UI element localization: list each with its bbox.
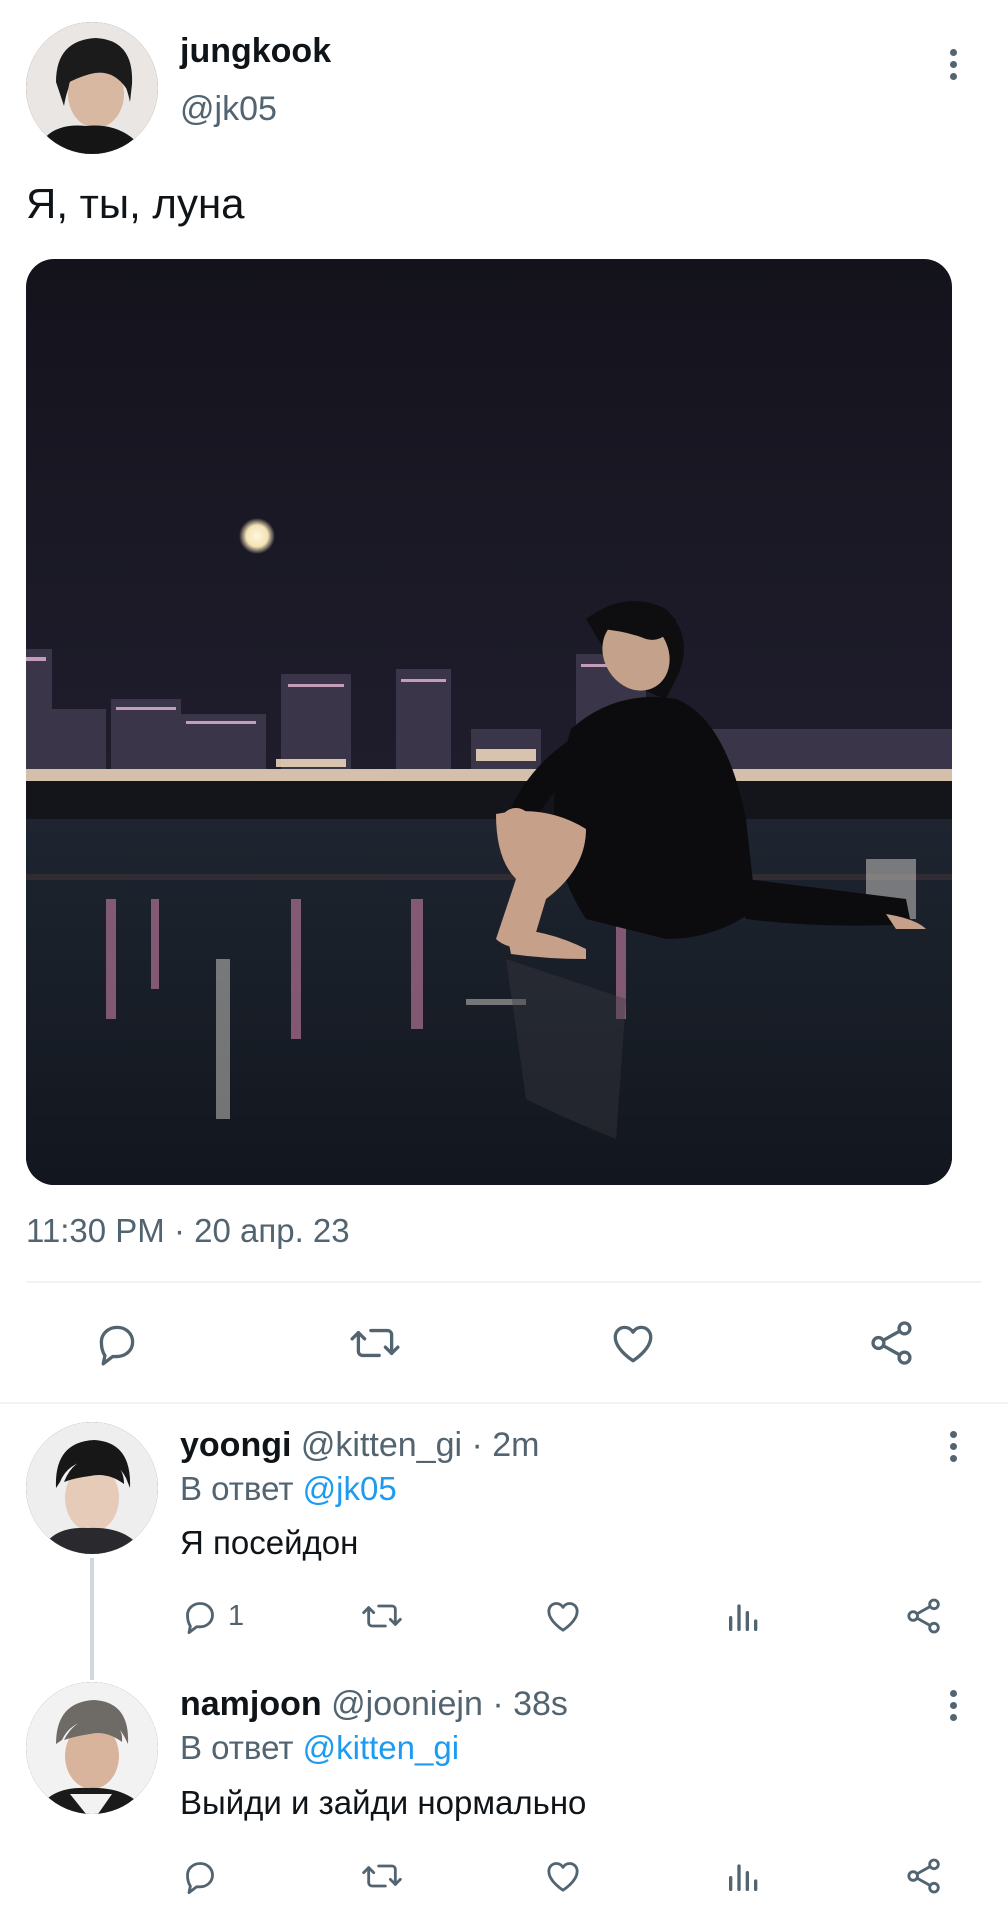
author-handle[interactable]: @jk05 [180, 90, 277, 129]
reply-prefix: В ответ [180, 1470, 294, 1507]
tweet-photo[interactable] [26, 259, 952, 1185]
reply-header: namjoon @jooniejn · 38s [180, 1685, 568, 1724]
reply-icon[interactable] [92, 1318, 142, 1368]
reply-to-link[interactable]: @kitten_gi [303, 1729, 459, 1766]
reply-to-link[interactable]: @jk05 [303, 1470, 397, 1507]
author-name[interactable]: jungkook [180, 32, 331, 71]
reply-age: · 2m [471, 1426, 540, 1464]
divider [26, 1281, 981, 1283]
reply-header: yoongi @kitten_gi · 2m [180, 1426, 540, 1465]
reply-count: 1 [228, 1599, 245, 1632]
retweet-icon[interactable] [360, 1856, 404, 1896]
views-icon[interactable] [724, 1596, 764, 1636]
reply-age: · 38s [492, 1685, 568, 1723]
retweet-icon[interactable] [360, 1596, 404, 1636]
tweet-timestamp: 11:30 PM · 20 апр. 23 [26, 1212, 350, 1249]
like-icon[interactable] [542, 1856, 584, 1896]
author-avatar[interactable] [26, 22, 158, 154]
divider [0, 1402, 1008, 1404]
reply-to-line: В ответ @jk05 [180, 1470, 397, 1508]
reply-author-avatar[interactable] [26, 1422, 158, 1554]
reply-prefix: В ответ [180, 1729, 294, 1766]
reply-author-name[interactable]: namjoon [180, 1685, 322, 1723]
thread-line [90, 1558, 94, 1680]
more-options-icon[interactable] [941, 1426, 965, 1466]
reply-icon[interactable]: 1 [180, 1596, 244, 1636]
views-icon[interactable] [724, 1856, 764, 1896]
tweet-text: Я, ты, луна [26, 180, 245, 227]
reply-text: Выйди и зайди нормально [180, 1784, 587, 1821]
more-options-icon[interactable] [941, 44, 965, 84]
like-icon[interactable] [542, 1596, 584, 1636]
share-icon[interactable] [866, 1318, 918, 1368]
reply-author-avatar[interactable] [26, 1682, 158, 1814]
retweet-icon[interactable] [348, 1318, 402, 1368]
reply-author-name[interactable]: yoongi [180, 1426, 291, 1464]
like-icon[interactable] [607, 1318, 659, 1368]
reply-icon[interactable] [180, 1856, 220, 1896]
reply-author-handle[interactable]: @kitten_gi [301, 1426, 462, 1464]
more-options-icon[interactable] [941, 1685, 965, 1725]
reply-author-handle[interactable]: @jooniejn [331, 1685, 483, 1723]
share-icon[interactable] [904, 1856, 944, 1896]
reply-text: Я посейдон [180, 1524, 359, 1561]
share-icon[interactable] [904, 1596, 944, 1636]
reply-to-line: В ответ @kitten_gi [180, 1729, 459, 1767]
